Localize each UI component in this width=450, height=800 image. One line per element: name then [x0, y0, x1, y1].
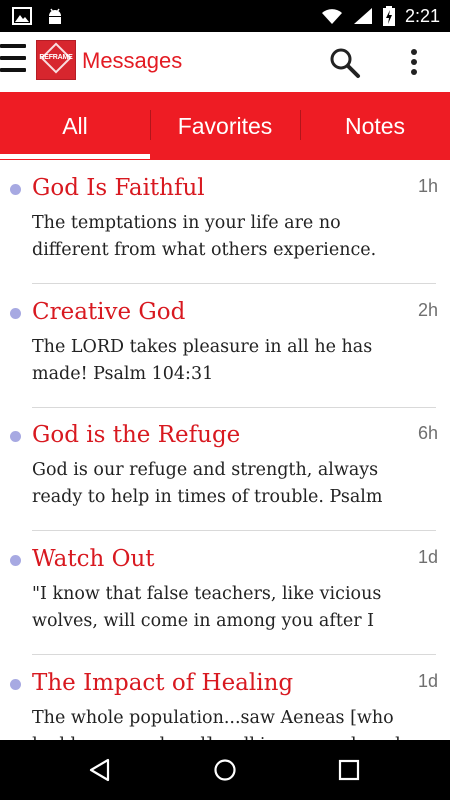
message-time: 1h	[417, 176, 438, 196]
clock: 2:21	[404, 5, 440, 26]
selected-tab-indicator	[0, 154, 150, 159]
navigation-bar	[0, 740, 450, 800]
signal-icon	[353, 8, 372, 24]
overflow-menu-icon[interactable]	[402, 46, 426, 80]
menu-icon[interactable]	[0, 44, 28, 78]
message-snippet: The whole population...saw Aeneas [who h…	[32, 708, 401, 740]
list-item[interactable]: The Impact of Healing 1d The whole popul…	[0, 655, 450, 740]
tab-notes[interactable]: Notes	[300, 92, 450, 160]
message-time: 2h	[417, 300, 438, 320]
battery-charging-icon	[382, 6, 395, 26]
message-title: The Impact of Healing	[32, 670, 294, 696]
list-item[interactable]: God Is Faithful 1h The temptations in yo…	[0, 160, 450, 284]
message-snippet: The LORD takes pleasure in all he has ma…	[32, 337, 373, 384]
unread-dot	[10, 555, 21, 566]
unread-dot	[10, 308, 21, 319]
message-snippet: The temptations in your life are no diff…	[32, 213, 377, 260]
message-title: Creative God	[32, 299, 186, 325]
message-time: 1d	[417, 547, 438, 567]
back-icon[interactable]	[88, 758, 112, 782]
app-bar: REFRAME Messages	[0, 32, 450, 92]
image-icon	[12, 7, 32, 25]
list-item[interactable]: Watch Out 1d "I know that false teachers…	[0, 531, 450, 655]
message-title: God Is Faithful	[32, 175, 205, 201]
recents-icon[interactable]	[338, 759, 360, 781]
page-title: Messages	[82, 48, 183, 73]
logo-text: REFRAME	[39, 54, 73, 61]
list-item[interactable]: Creative God 2h The LORD takes pleasure …	[0, 284, 450, 408]
unread-dot	[10, 679, 21, 690]
home-icon[interactable]	[213, 758, 237, 782]
tab-all[interactable]: All	[0, 92, 150, 160]
unread-dot	[10, 431, 21, 442]
tab-favorites[interactable]: Favorites	[150, 92, 300, 160]
message-time: 6h	[417, 423, 438, 443]
unread-dot	[10, 184, 21, 195]
message-title: Watch Out	[32, 546, 155, 572]
search-icon[interactable]	[328, 46, 362, 80]
status-bar: 2:21	[0, 0, 450, 32]
message-title: God is the Refuge	[32, 422, 241, 448]
app-logo: REFRAME	[36, 40, 76, 80]
tab-label: Notes	[344, 112, 406, 139]
wifi-icon	[321, 9, 342, 24]
message-list: God Is Faithful 1h The temptations in yo…	[0, 160, 450, 740]
message-snippet: "I know that false teachers, like viciou…	[32, 584, 382, 631]
message-snippet: God is our refuge and strength, always r…	[32, 460, 383, 507]
list-item[interactable]: God is the Refuge 6h God is our refuge a…	[0, 407, 450, 531]
tab-label: All	[62, 112, 88, 139]
android-icon	[49, 8, 61, 24]
tab-bar: All Favorites Notes	[0, 92, 450, 160]
tab-label: Favorites	[177, 112, 273, 139]
message-time: 1d	[417, 671, 438, 691]
